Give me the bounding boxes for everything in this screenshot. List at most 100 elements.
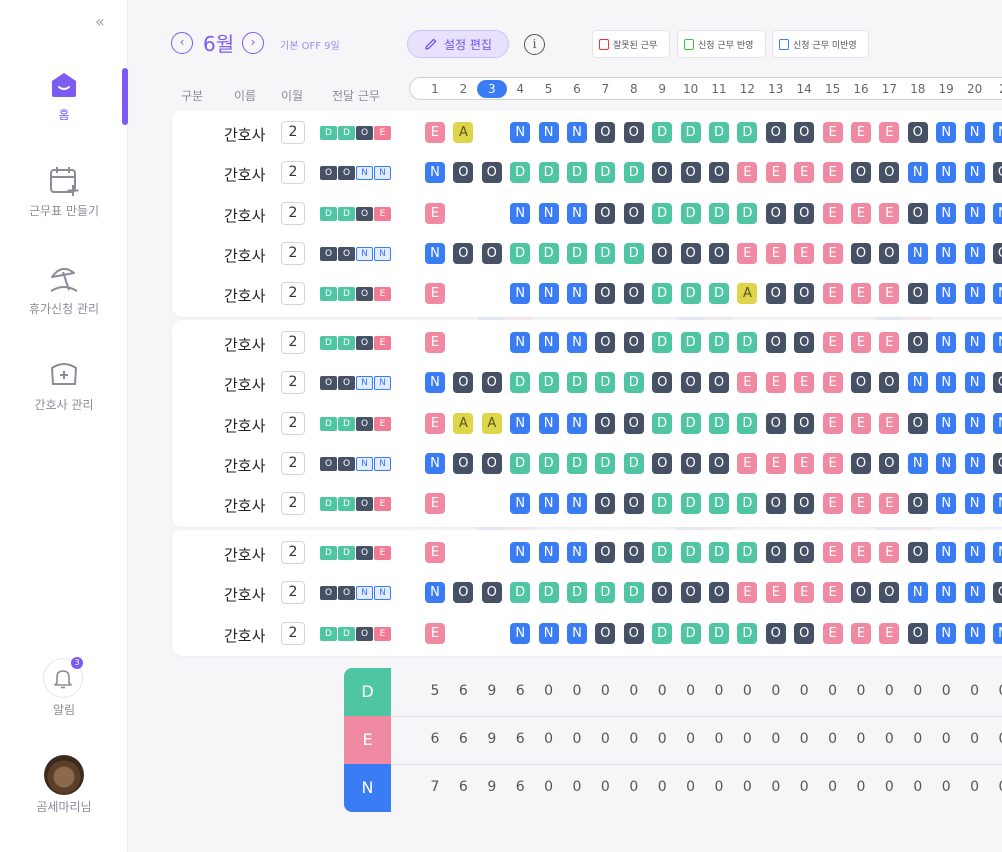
shift-cell[interactable]: N xyxy=(567,412,587,434)
shift-cell[interactable]: O xyxy=(907,283,928,305)
shift-cell[interactable]: D xyxy=(538,162,559,184)
shift-cell[interactable]: A xyxy=(737,283,758,305)
shift-cell[interactable]: O xyxy=(623,332,644,353)
shift-cell[interactable]: O xyxy=(765,202,786,224)
shift-cell[interactable]: O xyxy=(765,622,786,644)
day-header-4[interactable]: 4 xyxy=(507,82,533,96)
shift-cell[interactable]: O xyxy=(879,242,900,264)
day-header-12[interactable]: 12 xyxy=(734,82,760,96)
carry-over-field[interactable]: 2 xyxy=(281,492,305,516)
day-header-2[interactable]: 2 xyxy=(450,82,476,96)
shift-cell[interactable]: N xyxy=(964,412,985,434)
shift-cell[interactable]: N xyxy=(964,542,985,563)
shift-cell[interactable]: D xyxy=(652,412,673,434)
shift-cell[interactable]: N xyxy=(936,162,957,184)
shift-cell[interactable]: N xyxy=(538,493,559,515)
shift-cell[interactable]: O xyxy=(907,493,928,515)
shift-cell[interactable]: O xyxy=(907,542,928,563)
shift-cell[interactable]: N xyxy=(907,582,928,604)
shift-cell[interactable]: N xyxy=(567,493,587,515)
shift-cell[interactable]: O xyxy=(623,493,644,515)
shift-cell[interactable]: - xyxy=(482,332,502,353)
shift-cell[interactable]: E xyxy=(822,122,843,143)
shift-cell[interactable]: O xyxy=(453,372,474,394)
shift-cell[interactable]: N xyxy=(936,493,957,515)
shift-cell[interactable]: E xyxy=(737,452,758,474)
shift-cell[interactable]: D xyxy=(510,242,531,264)
shift-cell[interactable]: O xyxy=(652,582,673,604)
shift-cell[interactable]: E xyxy=(879,622,900,644)
shift-cell[interactable]: N xyxy=(993,122,1002,143)
shift-cell[interactable]: N xyxy=(936,122,957,143)
shift-cell[interactable]: D xyxy=(680,283,701,305)
shift-cell[interactable]: E xyxy=(794,372,815,394)
shift-cell[interactable]: E xyxy=(737,582,758,604)
shift-cell[interactable]: N xyxy=(993,542,1002,563)
shift-cell[interactable]: N xyxy=(538,332,559,353)
shift-cell[interactable]: E xyxy=(879,542,900,563)
shift-cell[interactable]: D xyxy=(709,622,729,644)
shift-cell[interactable]: O xyxy=(595,122,616,143)
edit-settings-button[interactable]: 설정 편집 xyxy=(407,30,509,58)
shift-cell[interactable]: N xyxy=(567,542,587,563)
shift-cell[interactable]: N xyxy=(993,283,1002,305)
shift-cell[interactable]: O xyxy=(453,242,474,264)
shift-cell[interactable]: D xyxy=(652,332,673,353)
shift-cell[interactable]: D xyxy=(737,493,758,515)
shift-cell[interactable]: O xyxy=(794,412,815,434)
day-header-17[interactable]: 17 xyxy=(876,82,902,96)
shift-cell[interactable]: O xyxy=(765,122,786,143)
shift-cell[interactable]: E xyxy=(425,542,445,563)
shift-cell[interactable]: O xyxy=(595,493,616,515)
shift-cell[interactable]: O xyxy=(765,412,786,434)
shift-cell[interactable]: D xyxy=(623,162,644,184)
shift-cell[interactable]: D xyxy=(709,493,729,515)
shift-cell[interactable]: O xyxy=(652,242,673,264)
shift-cell[interactable]: N xyxy=(936,542,957,563)
shift-cell[interactable]: O xyxy=(879,162,900,184)
shift-cell[interactable]: O xyxy=(794,283,815,305)
shift-cell[interactable]: E xyxy=(822,542,843,563)
shift-cell[interactable]: O xyxy=(652,162,673,184)
shift-cell[interactable]: O xyxy=(993,372,1002,394)
shift-cell[interactable]: E xyxy=(737,372,758,394)
shift-cell[interactable]: N xyxy=(964,332,985,353)
shift-cell[interactable]: O xyxy=(879,452,900,474)
carry-over-field[interactable]: 2 xyxy=(281,581,305,605)
next-month-button[interactable]: › xyxy=(242,32,264,54)
shift-cell[interactable]: O xyxy=(453,452,474,474)
shift-cell[interactable]: N xyxy=(425,582,445,604)
shift-cell[interactable]: O xyxy=(595,202,616,224)
shift-cell[interactable]: O xyxy=(765,493,786,515)
shift-cell[interactable]: E xyxy=(737,162,758,184)
shift-cell[interactable]: N xyxy=(567,202,587,224)
shift-cell[interactable]: D xyxy=(652,202,673,224)
shift-cell[interactable]: D xyxy=(510,452,531,474)
nav-item-home[interactable]: 홈 xyxy=(0,68,128,123)
day-header-9[interactable]: 9 xyxy=(649,82,675,96)
shift-cell[interactable]: N xyxy=(567,332,587,353)
carry-over-field[interactable]: 2 xyxy=(281,331,305,354)
shift-cell[interactable]: N xyxy=(964,622,985,644)
shift-cell[interactable]: O xyxy=(709,162,729,184)
shift-cell[interactable]: N xyxy=(993,332,1002,353)
shift-cell[interactable]: D xyxy=(652,283,673,305)
shift-cell[interactable]: E xyxy=(794,582,815,604)
shift-cell[interactable]: D xyxy=(680,412,701,434)
shift-cell[interactable]: D xyxy=(680,202,701,224)
shift-cell[interactable]: E xyxy=(822,332,843,353)
day-header-19[interactable]: 19 xyxy=(933,82,959,96)
shift-cell[interactable]: N xyxy=(964,582,985,604)
avatar[interactable] xyxy=(44,755,84,795)
shift-cell[interactable]: D xyxy=(567,372,587,394)
nav-item-make-schedule[interactable]: 근무표 만들기 xyxy=(0,164,128,219)
shift-cell[interactable]: D xyxy=(709,542,729,563)
day-header-14[interactable]: 14 xyxy=(791,82,817,96)
shift-cell[interactable]: E xyxy=(851,493,871,515)
shift-cell[interactable]: O xyxy=(794,202,815,224)
shift-cell[interactable]: D xyxy=(510,372,531,394)
shift-cell[interactable]: A xyxy=(453,122,474,143)
shift-cell[interactable]: N xyxy=(964,122,985,143)
shift-cell[interactable]: E xyxy=(425,283,445,305)
shift-cell[interactable]: N xyxy=(510,622,531,644)
